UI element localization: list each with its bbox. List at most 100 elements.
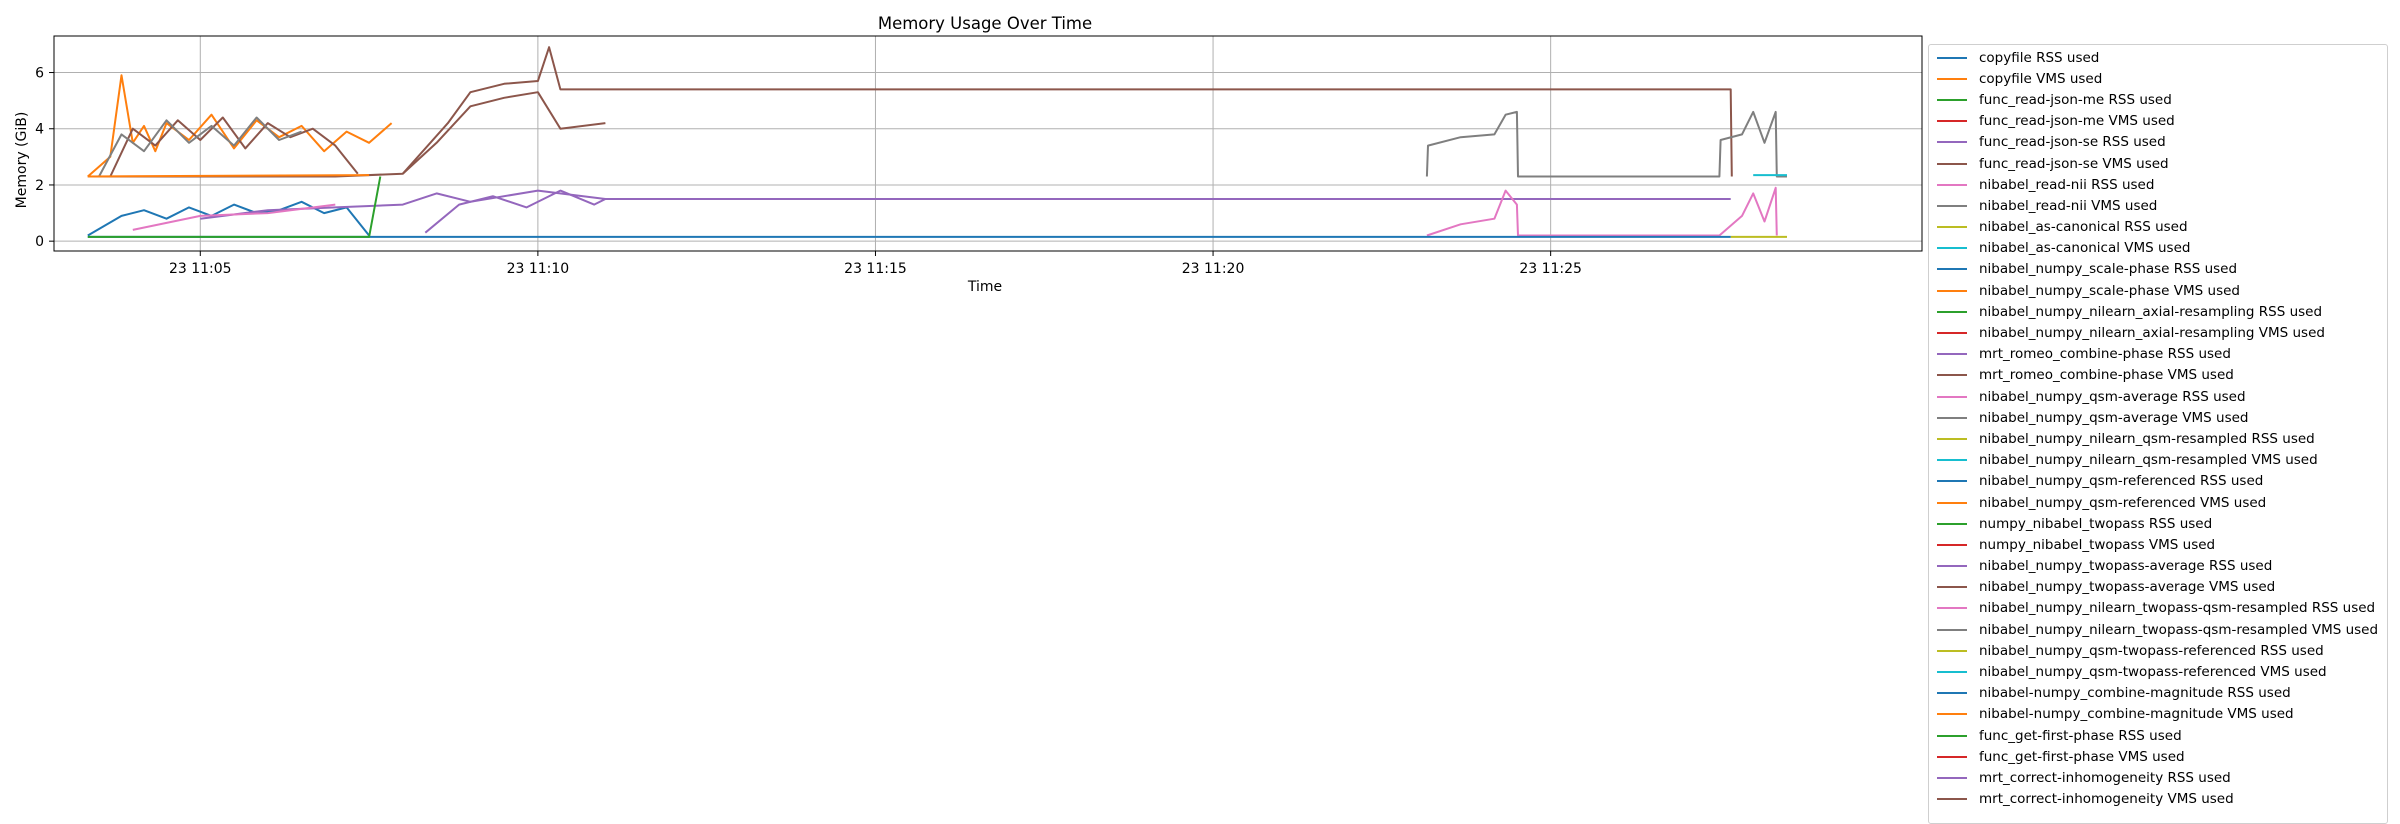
legend-swatch: [1937, 649, 1967, 652]
series-line-14: [200, 189, 1731, 220]
legend-entry: mrt_romeo_combine-phase RSS used: [1929, 344, 2387, 365]
legend-entry: func_read-json-se RSS used: [1929, 132, 2387, 153]
legend-entry: nibabel_numpy_nilearn_axial-resampling V…: [1929, 322, 2387, 343]
legend-swatch: [1937, 543, 1967, 546]
legend-label: nibabel_numpy_qsm-average RSS used: [1979, 388, 2246, 405]
legend-label: nibabel_read-nii VMS used: [1979, 197, 2158, 214]
legend-swatch: [1937, 332, 1967, 335]
legend-entry: mrt_romeo_combine-phase VMS used: [1929, 365, 2387, 386]
legend-label: copyfile RSS used: [1979, 49, 2100, 66]
legend-swatch: [1937, 501, 1967, 504]
legend-label: nibabel_numpy_qsm-referenced RSS used: [1979, 473, 2264, 490]
legend-entry: nibabel-numpy_combine-magnitude VMS used: [1929, 704, 2387, 725]
series-line-25: [402, 91, 606, 175]
legend-entry: nibabel_numpy_nilearn_qsm-resampled RSS …: [1929, 428, 2387, 449]
legend: copyfile RSS used copyfile VMS used func_r…: [1928, 44, 2388, 824]
x-axis-label: Time: [967, 279, 1002, 295]
chart-title: Memory Usage Over Time: [878, 14, 1092, 33]
legend-entry: func_read-json-me VMS used: [1929, 111, 2387, 132]
legend-entry: nibabel_numpy_qsm-twopass-referenced VMS…: [1929, 661, 2387, 682]
legend-entry: func_get-first-phase RSS used: [1929, 725, 2387, 746]
legend-entry: nibabel_numpy_nilearn_qsm-resampled VMS …: [1929, 450, 2387, 471]
legend-swatch: [1937, 162, 1967, 165]
legend-label: nibabel_as-canonical RSS used: [1979, 219, 2188, 236]
legend-label: copyfile VMS used: [1979, 70, 2103, 87]
legend-entry: copyfile VMS used: [1929, 68, 2387, 89]
legend-swatch: [1937, 565, 1967, 568]
legend-label: mrt_correct-inhomogeneity RSS used: [1979, 769, 2231, 786]
legend-swatch: [1937, 204, 1967, 207]
chart-root: Memory Usage Over Time 23 11:05 23 11:10 2…: [0, 0, 2400, 824]
legend-swatch: [1937, 56, 1967, 59]
legend-entry: nibabel_numpy_nilearn_twopass-qsm-resamp…: [1929, 619, 2387, 640]
legend-entry: nibabel_numpy_nilearn_twopass-qsm-resamp…: [1929, 598, 2387, 619]
y-axis-label: Memory (GiB): [14, 112, 30, 209]
legend-swatch: [1937, 480, 1967, 483]
legend-entry: func_get-first-phase VMS used: [1929, 746, 2387, 767]
legend-swatch: [1937, 755, 1967, 758]
legend-label: numpy_nibabel_twopass RSS used: [1979, 515, 2213, 532]
legend-entry: nibabel_numpy_nilearn_axial-resampling R…: [1929, 301, 2387, 322]
legend-entry: nibabel_numpy_qsm-average VMS used: [1929, 407, 2387, 428]
legend-entry: nibabel-numpy_combine-magnitude RSS used: [1929, 683, 2387, 704]
legend-label: mrt_romeo_combine-phase RSS used: [1979, 346, 2231, 363]
legend-swatch: [1937, 226, 1967, 229]
legend-entry: nibabel_numpy_qsm-twopass-referenced RSS…: [1929, 640, 2387, 661]
legend-swatch: [1937, 628, 1967, 631]
legend-entry: nibabel_numpy_qsm-average RSS used: [1929, 386, 2387, 407]
series-line-7: [1425, 110, 1787, 178]
legend-label: func_get-first-phase VMS used: [1979, 748, 2185, 765]
legend-entry: nibabel_numpy_scale-phase VMS used: [1929, 280, 2387, 301]
legend-swatch: [1937, 353, 1967, 356]
legend-swatch: [1937, 713, 1967, 716]
legend-swatch: [1937, 522, 1967, 525]
legend-label: nibabel_numpy_twopass-average VMS used: [1979, 579, 2276, 596]
legend-swatch: [1937, 395, 1967, 398]
legend-label: nibabel_numpy_nilearn_qsm-resampled RSS …: [1979, 430, 2315, 447]
x-axis-ticks: 23 11:05 23 11:10 23 11:15 23 11:20 23 11:25: [169, 251, 1582, 277]
legend-label: nibabel_numpy_scale-phase RSS used: [1979, 261, 2238, 278]
legend-swatch: [1937, 247, 1967, 250]
legend-swatch: [1937, 120, 1967, 123]
legend-label: func_read-json-me RSS used: [1979, 91, 2172, 108]
legend-label: nibabel_numpy_qsm-twopass-referenced RSS…: [1979, 642, 2324, 659]
y-tick-label: 4: [35, 122, 44, 138]
legend-entry: numpy_nibabel_twopass VMS used: [1929, 534, 2387, 555]
legend-label: nibabel_numpy_nilearn_axial-resampling R…: [1979, 303, 2323, 320]
legend-entry: func_read-json-se VMS used: [1929, 153, 2387, 174]
legend-swatch: [1937, 459, 1967, 462]
legend-label: numpy_nibabel_twopass VMS used: [1979, 536, 2216, 553]
legend-entry: mrt_correct-inhomogeneity RSS used: [1929, 767, 2387, 788]
legend-label: nibabel_numpy_nilearn_twopass-qsm-resamp…: [1979, 621, 2379, 638]
legend-entry: nibabel_numpy_qsm-referenced RSS used: [1929, 471, 2387, 492]
legend-swatch: [1937, 671, 1967, 674]
legend-swatch: [1937, 77, 1967, 80]
legend-swatch: [1937, 692, 1967, 695]
legend-label: mrt_romeo_combine-phase VMS used: [1979, 367, 2234, 384]
legend-label: nibabel_numpy_nilearn_twopass-qsm-resamp…: [1979, 600, 2376, 617]
legend-label: func_read-json-se VMS used: [1979, 155, 2169, 172]
x-tick-label: 23 11:10: [507, 261, 570, 277]
legend-label: func_read-json-me VMS used: [1979, 113, 2175, 130]
legend-label: nibabel_numpy_nilearn_qsm-resampled VMS …: [1979, 452, 2318, 469]
legend-entry: nibabel_numpy_twopass-average VMS used: [1929, 577, 2387, 598]
x-tick-label: 23 11:20: [1182, 261, 1245, 277]
legend-label: nibabel_numpy_scale-phase VMS used: [1979, 282, 2240, 299]
legend-swatch: [1937, 437, 1967, 440]
legend-swatch: [1937, 586, 1967, 589]
legend-entry: copyfile RSS used: [1929, 47, 2387, 68]
series-line-11: [87, 74, 393, 178]
legend-entry: nibabel_numpy_twopass-average RSS used: [1929, 556, 2387, 577]
legend-entry: nibabel_read-nii RSS used: [1929, 174, 2387, 195]
legend-swatch: [1937, 776, 1967, 779]
legend-swatch: [1937, 141, 1967, 144]
legend-entry: nibabel_numpy_qsm-referenced VMS used: [1929, 492, 2387, 513]
legend-entry: nibabel_as-canonical VMS used: [1929, 238, 2387, 259]
legend-entry: nibabel_as-canonical RSS used: [1929, 217, 2387, 238]
legend-label: func_read-json-se RSS used: [1979, 134, 2166, 151]
legend-label: nibabel-numpy_combine-magnitude RSS used: [1979, 685, 2291, 702]
legend-swatch: [1937, 310, 1967, 313]
y-axis-ticks: 0 2 4 6: [35, 66, 54, 250]
legend-swatch: [1937, 416, 1967, 419]
series-line-5: [87, 46, 1733, 178]
